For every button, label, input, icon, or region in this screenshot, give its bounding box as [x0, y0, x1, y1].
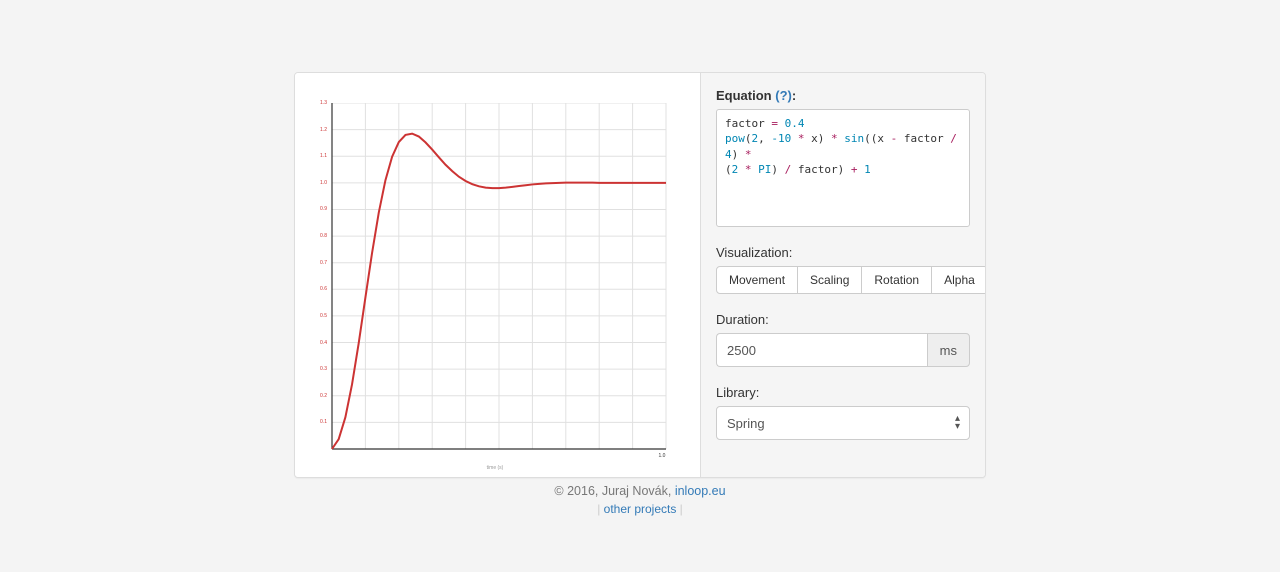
y-tick-label: 1.2	[313, 127, 327, 133]
duration-input[interactable]	[716, 333, 927, 367]
footer-other-projects-link[interactable]: other projects	[604, 502, 677, 516]
controls-pane: Equation (?): factor = 0.4pow(2, -10 * x…	[701, 73, 985, 477]
main-panel: 0.10.20.30.40.50.60.70.80.91.01.11.21.3 …	[294, 72, 986, 478]
equation-label: Equation (?):	[716, 88, 970, 103]
y-tick-label: 0.5	[313, 313, 327, 319]
y-tick-label: 0.7	[313, 260, 327, 266]
y-tick-label: 0.9	[313, 206, 327, 212]
visualization-label: Visualization:	[716, 245, 970, 260]
chart-pane: 0.10.20.30.40.50.60.70.80.91.01.11.21.3 …	[295, 73, 701, 477]
equation-help-link[interactable]: (?)	[775, 88, 792, 103]
viz-scaling-button[interactable]: Scaling	[797, 266, 862, 294]
y-tick-label: 0.2	[313, 393, 327, 399]
x-tick-max: 1.0	[655, 453, 669, 459]
y-tick-label: 1.1	[313, 153, 327, 159]
footer-divider: |	[676, 502, 682, 516]
y-tick-label: 0.3	[313, 366, 327, 372]
interpolation-chart	[318, 103, 668, 451]
chart-grid	[332, 103, 666, 449]
y-tick-label: 1.3	[313, 100, 327, 106]
library-select-wrap: Spring ▴▾	[716, 406, 970, 440]
visualization-button-group: MovementScalingRotationAlpha	[716, 266, 970, 294]
equation-editor[interactable]: factor = 0.4pow(2, -10 * x) * sin((x - f…	[716, 109, 970, 227]
equation-colon: :	[792, 88, 796, 103]
y-tick-label: 0.1	[313, 419, 327, 425]
duration-unit: ms	[927, 333, 970, 367]
library-label: Library:	[716, 385, 970, 400]
viz-rotation-button[interactable]: Rotation	[861, 266, 932, 294]
y-tick-label: 1.0	[313, 180, 327, 186]
equation-label-text: Equation	[716, 88, 772, 103]
viz-alpha-button[interactable]: Alpha	[931, 266, 985, 294]
library-select[interactable]: Spring	[716, 406, 970, 440]
footer-copyright: © 2016, Juraj Novák,	[554, 484, 674, 498]
x-axis-title: time (s)	[465, 465, 525, 471]
footer-site-link[interactable]: inloop.eu	[675, 484, 726, 498]
y-tick-label: 0.8	[313, 233, 327, 239]
duration-label: Duration:	[716, 312, 970, 327]
duration-row: ms	[716, 333, 970, 367]
y-tick-label: 0.4	[313, 340, 327, 346]
y-tick-label: 0.6	[313, 286, 327, 292]
page-footer: © 2016, Juraj Novák, inloop.eu | other p…	[0, 484, 1280, 516]
viz-movement-button[interactable]: Movement	[716, 266, 798, 294]
